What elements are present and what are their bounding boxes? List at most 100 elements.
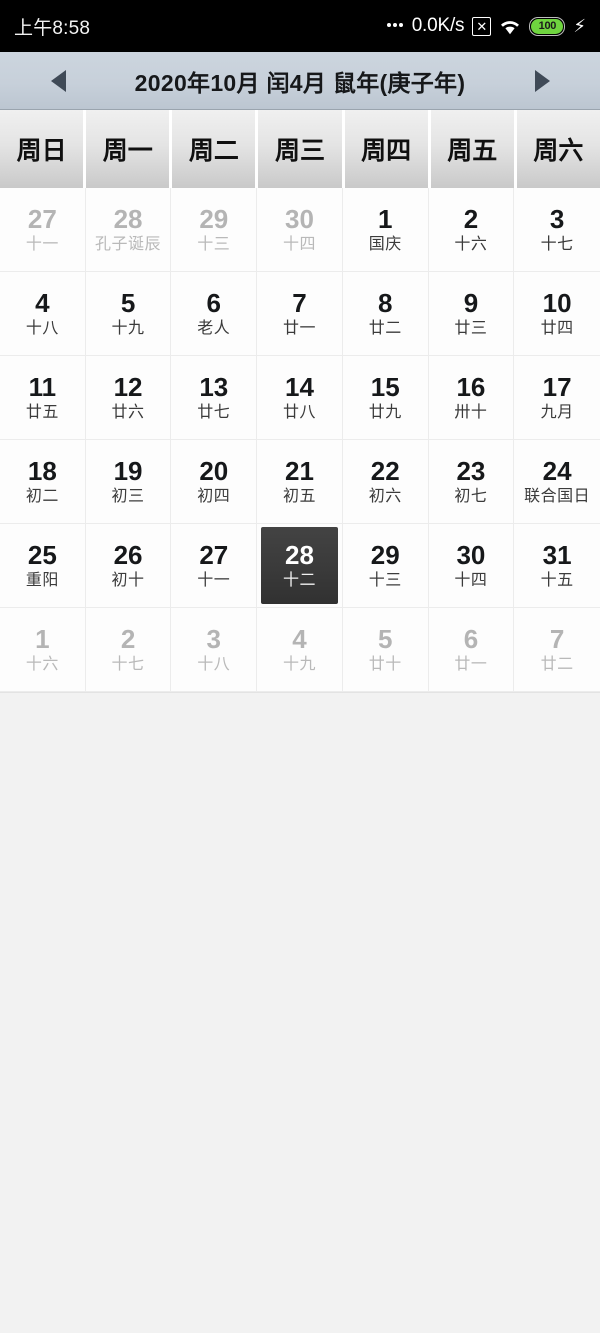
calendar-day-cell[interactable]: 4 十九 — [257, 608, 343, 692]
lunar-date-label: 孔子诞辰 — [95, 235, 162, 253]
day-cell-content: 8 廿二 — [347, 275, 424, 352]
solar-date-label: 24 — [542, 455, 572, 486]
chevron-left-icon — [50, 69, 66, 92]
calendar-day-grid[interactable]: 27 十一 28 孔子诞辰 29 十三 30 十四 1 国庆 2 十六 3 十七 4 十八 5 十九 6 老人 7 廿一 8… — [0, 188, 600, 693]
weekday-header-cell: 周日 — [0, 110, 84, 188]
day-cell-content: 16 卅十 — [433, 359, 510, 436]
calendar-day-cell[interactable]: 30 十四 — [257, 188, 343, 272]
calendar-day-cell[interactable]: 6 老人 — [171, 272, 258, 356]
status-clock: 上午8:58 — [14, 17, 91, 39]
solar-date-label: 7 — [292, 287, 307, 318]
day-cell-content: 7 廿二 — [518, 611, 596, 688]
calendar-day-cell[interactable]: 3 十八 — [171, 608, 258, 692]
calendar-day-cell[interactable]: 19 初三 — [85, 440, 172, 524]
day-cell-content: 7 廿一 — [261, 275, 338, 352]
calendar-day-cell[interactable]: 23 初七 — [428, 440, 515, 524]
calendar-day-cell[interactable]: 31 十五 — [514, 524, 600, 608]
solar-date-label: 3 — [549, 203, 565, 234]
solar-date-label: 7 — [549, 623, 565, 654]
calendar-day-cell[interactable]: 17 九月 — [514, 356, 600, 440]
lunar-date-label: 联合国日 — [524, 487, 591, 505]
calendar-day-cell[interactable]: 15 廿九 — [342, 356, 429, 440]
lunar-date-label: 十一 — [197, 571, 231, 589]
calendar-day-cell[interactable]: 3 十七 — [514, 188, 600, 272]
calendar-day-cell[interactable]: 1 十六 — [0, 608, 86, 692]
day-cell-content: 24 联合国日 — [518, 443, 596, 520]
calendar-day-cell[interactable]: 28 孔子诞辰 — [85, 188, 172, 272]
day-cell-content: 29 十三 — [175, 191, 252, 268]
weekday-header-cell: 周二 — [172, 110, 256, 188]
calendar-day-cell[interactable]: 2 十六 — [428, 188, 515, 272]
calendar-day-cell[interactable]: 29 十三 — [171, 188, 258, 272]
calendar-day-cell[interactable]: 7 廿一 — [257, 272, 343, 356]
weekday-header-cell: 周三 — [258, 110, 342, 188]
day-cell-content: 26 初十 — [90, 527, 167, 604]
lunar-date-label: 十三 — [197, 235, 231, 253]
lunar-date-label: 九月 — [540, 403, 574, 421]
calendar-day-cell[interactable]: 24 联合国日 — [514, 440, 600, 524]
calendar-day-cell[interactable]: 1 国庆 — [342, 188, 429, 272]
day-cell-content: 28 十二 — [261, 527, 338, 604]
day-cell-content: 29 十三 — [347, 527, 424, 604]
calendar-day-cell[interactable]: 2 十七 — [85, 608, 172, 692]
calendar-day-cell[interactable]: 25 重阳 — [0, 524, 86, 608]
day-cell-content: 31 十五 — [518, 527, 596, 604]
calendar-day-cell[interactable]: 13 廿七 — [171, 356, 258, 440]
lunar-date-label: 廿九 — [368, 403, 402, 421]
calendar-day-cell[interactable]: 26 初十 — [85, 524, 172, 608]
lunar-date-label: 十七 — [540, 235, 574, 253]
calendar-day-cell[interactable]: 18 初二 — [0, 440, 86, 524]
calendar-day-cell[interactable]: 29 十三 — [342, 524, 429, 608]
solar-date-label: 1 — [35, 623, 50, 654]
solar-date-label: 8 — [377, 287, 393, 318]
lunar-date-label: 十六 — [454, 235, 488, 253]
lunar-date-label: 初二 — [25, 487, 59, 505]
calendar-day-cell[interactable]: 27 十一 — [0, 188, 86, 272]
battery-level-label: 100 — [538, 20, 557, 32]
day-cell-content: 5 廿十 — [347, 611, 424, 688]
calendar-day-cell[interactable]: 9 廿三 — [428, 272, 515, 356]
lunar-date-label: 卅十 — [454, 403, 488, 421]
day-cell-content: 6 廿一 — [433, 611, 510, 688]
lunar-date-label: 廿八 — [282, 403, 316, 421]
solar-date-label: 5 — [377, 623, 393, 654]
lunar-date-label: 十八 — [197, 655, 231, 673]
calendar-day-cell[interactable]: 20 初四 — [171, 440, 258, 524]
calendar-day-cell[interactable]: 22 初六 — [342, 440, 429, 524]
calendar-day-cell[interactable]: 7 廿二 — [514, 608, 600, 692]
solar-date-label: 29 — [370, 539, 400, 570]
calendar-day-cell[interactable]: 14 廿八 — [257, 356, 343, 440]
next-month-button[interactable] — [514, 69, 570, 92]
calendar-day-cell[interactable]: 5 十九 — [85, 272, 172, 356]
day-cell-content: 22 初六 — [347, 443, 424, 520]
calendar-day-cell[interactable]: 11 廿五 — [0, 356, 86, 440]
lunar-date-label: 廿一 — [282, 319, 316, 337]
lunar-date-label: 十二 — [282, 571, 316, 589]
solar-date-label: 27 — [27, 203, 57, 234]
solar-date-label: 4 — [292, 623, 307, 654]
weekday-header-row: 周日 周一 周二 周三 周四 周五 周六 — [0, 110, 600, 188]
day-cell-content: 27 十一 — [4, 191, 81, 268]
network-speed-label: 0.0K/s — [411, 15, 465, 36]
month-title: 2020年10月 闰4月 鼠年(庚子年) — [134, 69, 466, 96]
day-cell-content: 1 国庆 — [347, 191, 424, 268]
calendar-day-cell[interactable]: 27 十一 — [171, 524, 258, 608]
calendar-day-cell[interactable]: 4 十八 — [0, 272, 86, 356]
lunar-date-label: 廿一 — [454, 655, 488, 673]
calendar-day-cell-selected[interactable]: 28 十二 — [257, 524, 343, 608]
day-cell-content: 5 十九 — [90, 275, 167, 352]
prev-month-button[interactable] — [30, 69, 86, 92]
lunar-date-label: 初六 — [368, 487, 402, 505]
solar-date-label: 26 — [113, 539, 143, 570]
calendar-day-cell[interactable]: 10 廿四 — [514, 272, 600, 356]
calendar-day-cell[interactable]: 12 廿六 — [85, 356, 172, 440]
calendar-day-cell[interactable]: 5 廿十 — [342, 608, 429, 692]
calendar-day-cell[interactable]: 8 廿二 — [342, 272, 429, 356]
calendar-day-cell[interactable]: 16 卅十 — [428, 356, 515, 440]
day-cell-content: 10 廿四 — [518, 275, 596, 352]
calendar-day-cell[interactable]: 6 廿一 — [428, 608, 515, 692]
day-cell-content: 3 十七 — [518, 191, 596, 268]
calendar-day-cell[interactable]: 21 初五 — [257, 440, 343, 524]
calendar-day-cell[interactable]: 30 十四 — [428, 524, 515, 608]
lunar-date-label: 重阳 — [25, 571, 59, 589]
